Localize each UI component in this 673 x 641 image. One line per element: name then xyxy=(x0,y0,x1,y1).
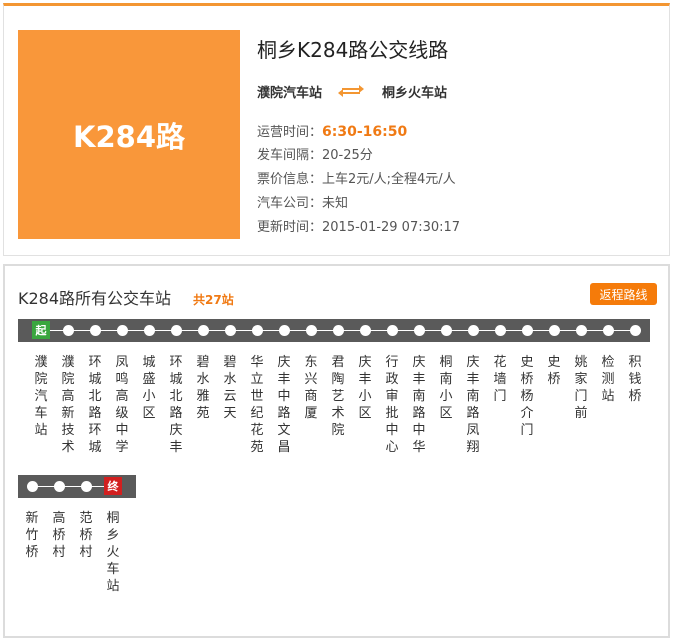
stop-dot xyxy=(251,325,263,336)
station-name[interactable]: 新竹桥 xyxy=(24,510,40,561)
station-name[interactable]: 高桥村 xyxy=(51,510,67,561)
stop-dot xyxy=(224,325,236,336)
stop-dot xyxy=(80,481,92,492)
station-name[interactable]: 凤鸣高级中学 xyxy=(114,354,130,456)
station-name[interactable]: 东兴商厦 xyxy=(303,354,319,422)
bus-company: 汽车公司：未知 xyxy=(257,196,349,211)
station-name[interactable]: 庆丰南路中华 xyxy=(411,354,427,456)
stop-dot xyxy=(89,325,101,336)
route-number-badge: K284路 xyxy=(18,30,240,239)
stop-dot xyxy=(386,325,398,336)
return-route-button[interactable]: 返程路线 xyxy=(590,283,657,305)
stop-dot xyxy=(143,325,155,336)
stop-dot xyxy=(440,325,452,336)
start-badge: 起 xyxy=(32,321,50,339)
station-name[interactable]: 庆丰南路凤翔 xyxy=(465,354,481,456)
end-badge: 终 xyxy=(104,477,122,495)
stop-dot xyxy=(413,325,425,336)
station-name[interactable]: 濮院汽车站 xyxy=(33,354,49,439)
station-name[interactable]: 检测站 xyxy=(600,354,616,405)
station-name[interactable]: 范桥村 xyxy=(78,510,94,561)
station-name[interactable]: 君陶艺术院 xyxy=(330,354,346,439)
station-name[interactable]: 濮院高新技术 xyxy=(60,354,76,456)
station-name[interactable]: 城盛小区 xyxy=(141,354,157,422)
stations-header: K284路所有公交车站 共27站 xyxy=(18,285,234,309)
stop-dot xyxy=(467,325,479,336)
stop-dot xyxy=(575,325,587,336)
update-time: 更新时间：2015-01-29 07:30:17 xyxy=(257,220,461,235)
stop-dot xyxy=(332,325,344,336)
route-terminals: 濮院汽车站 桐乡火车站 xyxy=(257,81,447,101)
station-name[interactable]: 姚家门前 xyxy=(573,354,589,422)
operating-hours-value: 6:30-16:50 xyxy=(322,124,408,140)
stop-dot xyxy=(53,481,65,492)
fare-info: 票价信息：上车2元/人;全程4元/人 xyxy=(257,172,456,187)
station-name[interactable]: 史桥 xyxy=(546,354,562,388)
station-name[interactable]: 环城北路庆丰 xyxy=(168,354,184,456)
route-info-card: K284路 桐乡K284路公交线路 濮院汽车站 桐乡火车站 运营时间：6:30-… xyxy=(3,3,670,256)
station-name[interactable]: 华立世纪花苑 xyxy=(249,354,265,456)
operating-hours: 运营时间：6:30-16:50 xyxy=(257,120,460,144)
route-track-row1: 起 xyxy=(18,319,650,342)
stop-dot xyxy=(305,325,317,336)
stop-dot xyxy=(494,325,506,336)
stop-dot xyxy=(116,325,128,336)
station-name[interactable]: 庆丰中路文昌 xyxy=(276,354,292,456)
route-track-row2: 终 xyxy=(18,475,136,498)
station-name[interactable]: 桐南小区 xyxy=(438,354,454,422)
stop-dot xyxy=(521,325,533,336)
station-name[interactable]: 积钱桥 xyxy=(627,354,643,405)
route-details: 运营时间：6:30-16:50 发车间隔：20-25分 票价信息：上车2元/人;… xyxy=(257,120,460,240)
station-name[interactable]: 庆丰小区 xyxy=(357,354,373,422)
departure-interval: 发车间隔：20-25分 xyxy=(257,148,373,163)
destination-station: 桐乡火车站 xyxy=(382,85,448,101)
stop-dot xyxy=(548,325,560,336)
stations-title: K284路所有公交车站 xyxy=(18,289,172,308)
station-name[interactable]: 花墙门 xyxy=(492,354,508,405)
station-name[interactable]: 碧水云天 xyxy=(222,354,238,422)
stop-dot xyxy=(278,325,290,336)
stop-dot xyxy=(170,325,182,336)
origin-station: 濮院汽车站 xyxy=(257,85,323,101)
stop-dot xyxy=(62,325,74,336)
stop-dot xyxy=(197,325,209,336)
station-name[interactable]: 碧水雅苑 xyxy=(195,354,211,422)
stop-dot xyxy=(26,481,38,492)
station-name[interactable]: 桐乡火车站 xyxy=(105,510,121,595)
station-name[interactable]: 史桥杨介门 xyxy=(519,354,535,439)
station-name[interactable]: 行政审批中心 xyxy=(384,354,400,456)
stop-dot xyxy=(629,325,641,336)
page-title: 桐乡K284路公交线路 xyxy=(257,38,449,62)
stop-dot xyxy=(602,325,614,336)
stop-dot xyxy=(359,325,371,336)
swap-arrows-icon xyxy=(338,85,365,97)
station-name[interactable]: 环城北路环城 xyxy=(87,354,103,456)
stations-card: K284路所有公交车站 共27站 返程路线 起濮院汽车站 濮院高新技术 环城北路环城… xyxy=(3,264,670,638)
stations-count: 共27站 xyxy=(193,293,234,307)
operating-hours-label: 运营时间： xyxy=(257,125,323,140)
